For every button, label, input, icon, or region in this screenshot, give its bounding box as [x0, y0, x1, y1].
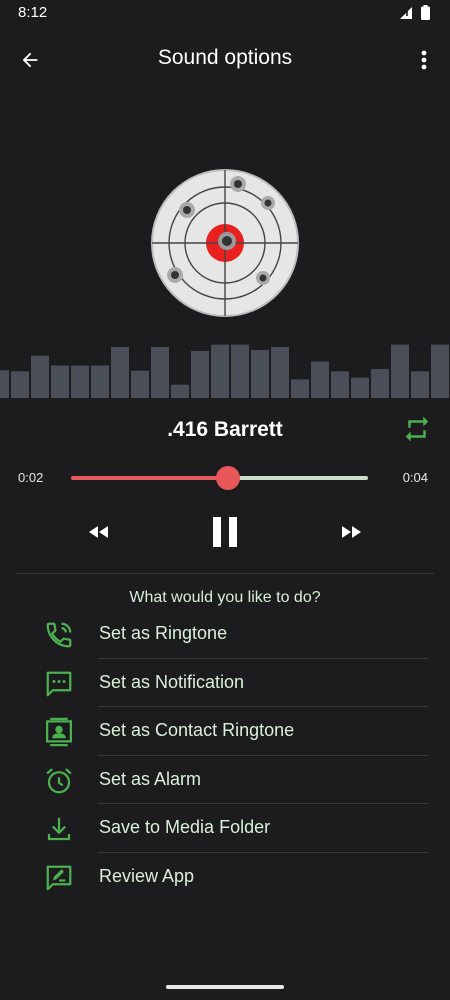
- waveform-bar: [411, 371, 429, 398]
- app-bar: Sound options: [0, 30, 450, 90]
- repeat-icon: [405, 416, 429, 442]
- phone-ring-icon: [46, 622, 72, 648]
- review-app-action[interactable]: Review App: [0, 853, 450, 902]
- signal-icon: [400, 6, 412, 19]
- status-time: 8:12: [18, 4, 48, 21]
- pause-button[interactable]: [205, 512, 245, 552]
- set-notification-action[interactable]: Set as Notification: [0, 659, 450, 707]
- action-label: Save to Media Folder: [99, 817, 271, 837]
- waveform-bar: [131, 370, 149, 398]
- waveform-bar: [0, 370, 9, 398]
- action-label: Review App: [99, 865, 195, 886]
- bullet-hole-icon: [167, 267, 183, 283]
- set-alarm-action[interactable]: Set as Alarm: [0, 756, 450, 804]
- rate-review-icon: [46, 865, 72, 890]
- bullet-hole-icon: [256, 271, 270, 285]
- waveform-bar: [251, 349, 269, 398]
- bullet-hole-icon: [218, 232, 236, 250]
- waveform-bar: [51, 365, 69, 398]
- fast-forward-button[interactable]: [336, 519, 366, 545]
- action-label: Set as Alarm: [99, 768, 202, 789]
- waveform-bar: [91, 365, 109, 398]
- total-time: 0:04: [402, 470, 428, 485]
- contact-card-icon: [46, 717, 72, 747]
- status-icons: [399, 5, 430, 20]
- bullet-hole-icon: [261, 196, 275, 210]
- rewind-icon: [89, 526, 108, 538]
- waveform-bar: [291, 379, 309, 398]
- bullet-hole-icon: [179, 202, 195, 218]
- action-label: Set as Notification: [99, 671, 245, 692]
- seek-remaining: [228, 476, 368, 480]
- battery-icon: [421, 5, 430, 20]
- waveform: [0, 344, 449, 398]
- more-vert-icon: [421, 50, 427, 70]
- playback-controls: [0, 510, 450, 554]
- download-icon: [47, 817, 71, 841]
- track-title: .416 Barrett: [167, 418, 283, 441]
- waveform-bar: [431, 344, 449, 398]
- waveform-bar: [211, 344, 229, 398]
- action-label: Set as Ringtone: [99, 623, 228, 643]
- pause-icon: [213, 517, 237, 547]
- waveform-bar: [171, 384, 189, 398]
- waveform-bar: [311, 361, 329, 398]
- waveform-bar: [231, 344, 249, 398]
- rewind-button[interactable]: [84, 519, 114, 545]
- waveform-bar: [111, 347, 129, 398]
- waveform-bar: [71, 365, 89, 398]
- sound-artwork: [151, 169, 299, 317]
- set-contact-ringtone-action[interactable]: Set as Contact Ringtone: [0, 707, 450, 756]
- alarm-clock-icon: [46, 767, 72, 793]
- seek-thumb[interactable]: [216, 466, 241, 490]
- current-time: 0:02: [18, 470, 44, 485]
- home-indicator[interactable]: [166, 985, 284, 989]
- seek-played: [71, 476, 229, 480]
- waveform-bar: [31, 355, 49, 398]
- status-bar: 8:12: [0, 0, 450, 28]
- set-ringtone-action[interactable]: Set as Ringtone: [0, 610, 450, 659]
- waveform-bar: [391, 344, 409, 398]
- save-to-media-folder-action[interactable]: Save to Media Folder: [0, 804, 450, 853]
- bullet-hole-icon: [230, 176, 246, 192]
- waveform-bar: [351, 377, 369, 398]
- actions-list: Set as Ringtone Set as Notification Set …: [0, 610, 450, 901]
- message-dots-icon: [46, 671, 72, 696]
- overflow-menu-button[interactable]: [408, 44, 440, 76]
- repeat-button[interactable]: [402, 414, 432, 444]
- waveform-bar: [11, 371, 29, 398]
- waveform-bar: [331, 371, 349, 398]
- actions-prompt: What would you like to do?: [129, 589, 321, 606]
- waveform-bar: [191, 351, 209, 398]
- waveform-bar: [371, 369, 389, 398]
- waveform-bar: [271, 347, 289, 398]
- divider: [16, 573, 434, 574]
- seek-bar[interactable]: [71, 466, 368, 490]
- page-title: Sound options: [157, 46, 293, 69]
- fast-forward-icon: [342, 526, 361, 538]
- waveform-bar: [151, 347, 169, 398]
- action-label: Set as Contact Ringtone: [99, 720, 295, 740]
